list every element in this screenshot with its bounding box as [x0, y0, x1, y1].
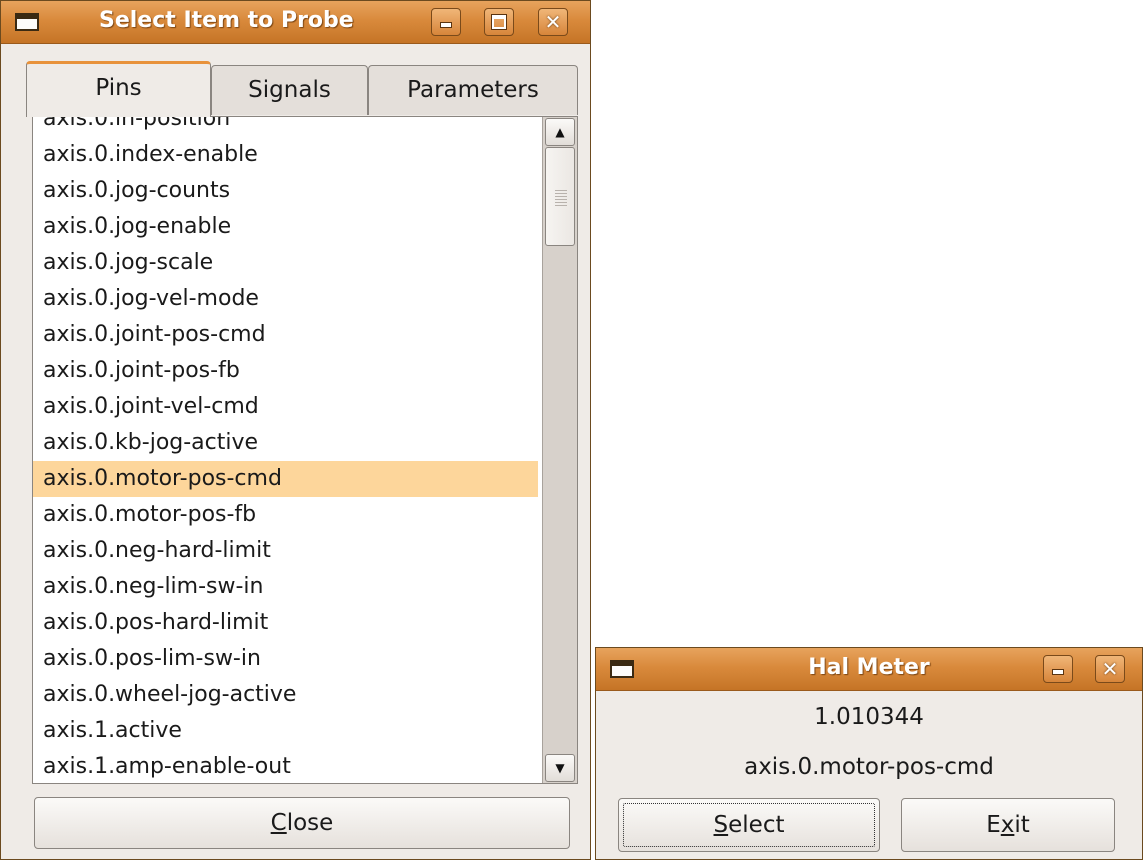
focus-ring	[623, 803, 875, 847]
tab-parameters-label-pre: Para	[407, 77, 458, 103]
list-item[interactable]: axis.0.in-position	[33, 117, 538, 137]
list-item[interactable]: axis.0.motor-pos-fb	[33, 497, 538, 533]
scrollbar-grip-icon	[555, 188, 567, 206]
exit-button-mnemonic: x	[1000, 812, 1015, 838]
tab-parameters-label-rest: eters	[480, 77, 539, 103]
list-item[interactable]: axis.0.jog-counts	[33, 173, 538, 209]
list-item[interactable]: axis.0.index-enable	[33, 137, 538, 173]
meter-pin-name: axis.0.motor-pos-cmd	[744, 754, 994, 780]
probe-window-title: Select Item to Probe	[99, 8, 354, 33]
close-button-mnemonic: C	[270, 810, 287, 836]
scroll-down-arrow-icon: ▼	[555, 761, 565, 775]
pin-list[interactable]: axis.0.in-position axis.0.index-enable axi…	[33, 117, 538, 783]
list-item[interactable]: axis.0.pos-hard-limit	[33, 605, 538, 641]
select-button[interactable]: Select	[618, 798, 880, 852]
meter-value: 1.010344	[814, 704, 924, 730]
list-item[interactable]: axis.1.active	[33, 713, 538, 749]
list-item[interactable]: axis.0.neg-lim-sw-in	[33, 569, 538, 605]
scroll-down-button[interactable]: ▼	[545, 754, 575, 782]
tab-pins-label: ins	[108, 75, 142, 101]
scrollbar-thumb[interactable]	[545, 147, 575, 246]
tab-parameters-mnemonic: m	[457, 77, 481, 103]
meter-close-window-button[interactable]: ✕	[1095, 655, 1125, 683]
list-item[interactable]: axis.0.joint-pos-fb	[33, 353, 538, 389]
list-item[interactable]: axis.0.jog-scale	[33, 245, 538, 281]
hal-meter-window: Hal Meter ✕ 1.010344 axis.0.motor-pos-cm…	[595, 647, 1143, 860]
list-item[interactable]: axis.0.jog-vel-mode	[33, 281, 538, 317]
tab-signals-label: ignals	[262, 77, 331, 103]
list-item[interactable]: axis.0.wheel-jog-active	[33, 677, 538, 713]
exit-button-label-rest: it	[1014, 812, 1030, 838]
scroll-up-button[interactable]: ▲	[545, 118, 575, 146]
list-item[interactable]: axis.0.pos-lim-sw-in	[33, 641, 538, 677]
meter-minimize-button[interactable]	[1043, 655, 1073, 683]
tab-parameters[interactable]: Parameters	[368, 65, 578, 115]
list-item[interactable]: axis.0.neg-hard-limit	[33, 533, 538, 569]
tab-signals[interactable]: Signals	[211, 65, 368, 115]
maximize-icon	[485, 9, 513, 35]
exit-button-label-pre: E	[986, 812, 1001, 838]
list-item[interactable]: axis.0.kb-jog-active	[33, 425, 538, 461]
list-item[interactable]: axis.0.joint-pos-cmd	[33, 317, 538, 353]
probe-window: Select Item to Probe ✕ Pins Signals Para…	[0, 0, 591, 860]
list-item[interactable]: axis.1.amp-enable-out	[33, 749, 538, 783]
pin-listbox[interactable]: axis.0.in-position axis.0.index-enable axi…	[32, 116, 578, 784]
scroll-up-arrow-icon: ▲	[555, 125, 565, 139]
close-icon: ✕	[544, 10, 562, 34]
maximize-button[interactable]	[484, 8, 514, 36]
window-menu-icon[interactable]	[15, 13, 39, 31]
list-item-selected[interactable]: axis.0.motor-pos-cmd	[33, 461, 538, 497]
minimize-icon	[432, 9, 460, 35]
tab-pins[interactable]: Pins	[26, 61, 211, 117]
close-window-button[interactable]: ✕	[538, 8, 568, 36]
minimize-button[interactable]	[431, 8, 461, 36]
exit-button[interactable]: Exit	[901, 798, 1115, 852]
probe-titlebar[interactable]: Select Item to Probe ✕	[1, 1, 590, 44]
close-icon: ✕	[1101, 657, 1119, 681]
vertical-scrollbar[interactable]: ▲ ▼	[542, 117, 577, 783]
list-item[interactable]: axis.0.joint-vel-cmd	[33, 389, 538, 425]
list-item[interactable]: axis.0.jog-enable	[33, 209, 538, 245]
close-button-label: lose	[286, 810, 334, 836]
tab-signals-mnemonic: S	[248, 77, 263, 103]
close-button[interactable]: Close	[34, 797, 570, 849]
minimize-icon	[1044, 656, 1072, 682]
meter-titlebar[interactable]: Hal Meter ✕	[596, 648, 1142, 691]
tab-pins-mnemonic: P	[95, 75, 109, 101]
